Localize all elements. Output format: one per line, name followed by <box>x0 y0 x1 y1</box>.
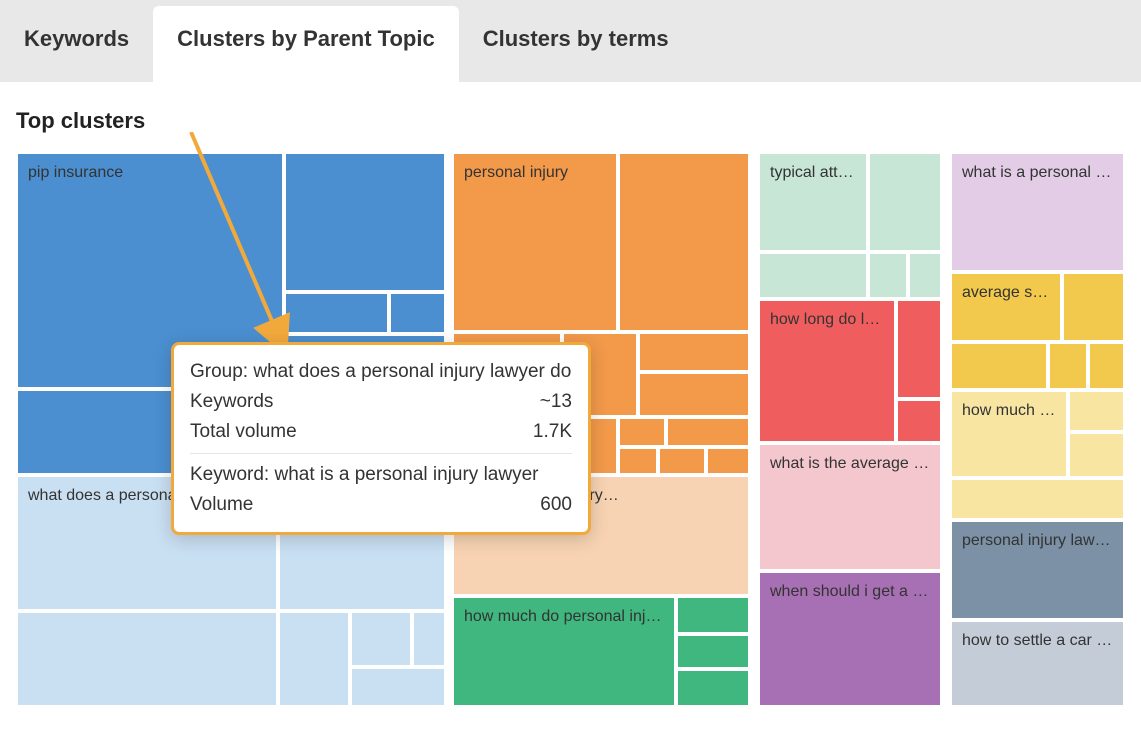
treemap-cell[interactable] <box>638 372 750 417</box>
treemap-cell[interactable] <box>1068 432 1125 478</box>
tab-keywords[interactable]: Keywords <box>0 0 153 82</box>
treemap-cell[interactable] <box>1068 390 1125 432</box>
treemap-cell[interactable] <box>278 611 350 707</box>
treemap-cell[interactable] <box>638 332 750 372</box>
tab-clusters-terms[interactable]: Clusters by terms <box>459 0 693 82</box>
treemap-cell[interactable]: personal injury <box>452 152 618 332</box>
content-area: Top clusters how to settle a car … person… <box>0 82 1141 723</box>
treemap-cell[interactable]: how much do pers… <box>950 390 1068 478</box>
tooltip-total-volume-label: Total volume <box>190 421 297 443</box>
treemap-cell-label: average settlement… <box>962 284 1050 302</box>
treemap-cell[interactable] <box>16 611 278 707</box>
tooltip-keywords-label: Keywords <box>190 391 273 413</box>
treemap-cell[interactable] <box>350 667 446 707</box>
treemap-cell[interactable] <box>950 342 1048 390</box>
tooltip-keywords-value: ~13 <box>540 391 572 413</box>
treemap-cell[interactable] <box>618 417 666 447</box>
treemap-cell[interactable] <box>706 447 750 475</box>
clusters-treemap[interactable]: how to settle a car … personal injury law… <box>16 152 1125 707</box>
treemap-cell[interactable] <box>676 596 750 634</box>
treemap-cell[interactable] <box>284 292 389 334</box>
treemap-cell[interactable] <box>868 252 908 299</box>
tooltip-keyword: Keyword: what is a personal injury lawye… <box>190 464 539 486</box>
treemap-cell[interactable] <box>896 299 942 399</box>
tooltip-volume-value: 600 <box>540 494 572 516</box>
treemap-cell[interactable] <box>618 447 658 475</box>
treemap-cell[interactable]: typical attorney fee … <box>758 152 868 252</box>
treemap-cell-label: what is the average … <box>770 455 930 473</box>
tooltip-volume-label: Volume <box>190 494 253 516</box>
treemap-cell[interactable] <box>618 152 750 332</box>
treemap-cell[interactable] <box>758 252 868 299</box>
treemap-cell-label: how long do lawsuit… <box>770 311 884 329</box>
treemap-cell-label: when should i get a … <box>770 583 930 601</box>
treemap-cell[interactable] <box>412 611 446 667</box>
treemap-cell[interactable] <box>284 152 446 292</box>
treemap-cell[interactable]: personal injury law … <box>950 520 1125 620</box>
tab-clusters-parent-topic[interactable]: Clusters by Parent Topic <box>153 6 459 82</box>
treemap-cell-label: personal injury law … <box>962 532 1113 550</box>
treemap-cell-label: how much do personal injury lawy… <box>464 608 664 626</box>
treemap-cell-label: what is a personal i… <box>962 164 1113 182</box>
treemap-cell[interactable]: what is the average … <box>758 443 942 571</box>
treemap-cell-label: pip insurance <box>28 164 272 182</box>
treemap-cell[interactable]: what is a personal i… <box>950 152 1125 272</box>
treemap-cell[interactable]: how to settle a car … <box>950 620 1125 707</box>
treemap-cell[interactable] <box>868 152 942 252</box>
treemap-cell[interactable] <box>908 252 942 299</box>
treemap-cell-label: how to settle a car … <box>962 632 1113 650</box>
treemap-cell[interactable] <box>676 669 750 707</box>
treemap-cell[interactable]: how much do personal injury lawy… <box>452 596 676 707</box>
treemap-cell-label: personal injury <box>464 164 606 182</box>
tooltip-group: Group: what does a personal injury lawye… <box>190 361 571 383</box>
treemap-cell[interactable]: when should i get a … <box>758 571 942 707</box>
treemap-cell[interactable] <box>658 447 706 475</box>
treemap-cell[interactable]: average settlement… <box>950 272 1062 342</box>
treemap-cell[interactable] <box>350 611 412 667</box>
section-heading: Top clusters <box>16 108 1125 134</box>
treemap-cell-label: how much do pers… <box>962 402 1056 420</box>
treemap-cell[interactable] <box>1062 272 1125 342</box>
tab-bar: Keywords Clusters by Parent Topic Cluste… <box>0 0 1141 82</box>
treemap-cell[interactable] <box>676 634 750 669</box>
treemap-cell[interactable] <box>389 292 446 334</box>
cluster-tooltip: Group: what does a personal injury lawye… <box>171 342 591 535</box>
treemap-cell-label: typical attorney fee … <box>770 164 856 182</box>
treemap-cell[interactable] <box>950 478 1125 520</box>
treemap-cell[interactable] <box>896 399 942 443</box>
treemap-cell[interactable] <box>666 417 750 447</box>
tooltip-total-volume-value: 1.7K <box>533 421 572 443</box>
treemap-cell[interactable] <box>1048 342 1088 390</box>
treemap-cell[interactable]: how long do lawsuit… <box>758 299 896 443</box>
treemap-cell[interactable] <box>1088 342 1125 390</box>
